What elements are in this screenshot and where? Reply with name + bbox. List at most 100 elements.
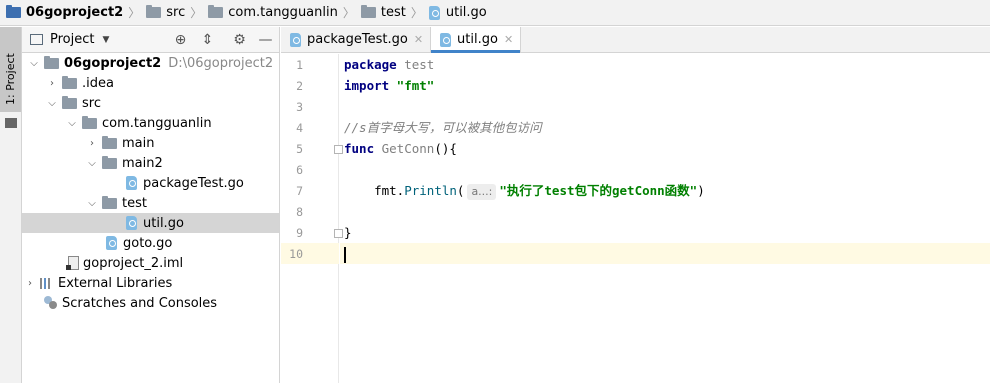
- line-number: 4: [296, 121, 303, 135]
- parameter-hint: a...:: [467, 184, 497, 200]
- tree-item-label: goto.go: [123, 235, 173, 251]
- folder-icon: [62, 95, 77, 109]
- tab-packagetest-go[interactable]: packageTest.go ✕: [281, 27, 432, 52]
- line-number: 2: [296, 79, 303, 93]
- folder-icon: [6, 5, 21, 18]
- tree-item-label: main2: [122, 155, 163, 171]
- tree-item-util-go[interactable]: util.go: [22, 213, 279, 233]
- project-path: D:\06goproject2: [168, 55, 274, 71]
- tab-util-go[interactable]: util.go ✕: [431, 27, 522, 53]
- tree-item-label: src: [82, 95, 101, 111]
- tree-item-packagetest-go[interactable]: packageTest.go: [22, 173, 279, 193]
- breadcrumb-util-go[interactable]: util.go: [428, 0, 487, 26]
- breadcrumb-06goproject2[interactable]: 06goproject2: [6, 0, 123, 26]
- tree-item-goproject-iml[interactable]: goproject_2.iml: [22, 253, 279, 273]
- go-file-icon: [440, 32, 452, 47]
- tree-item-test[interactable]: ⌵ test: [22, 193, 279, 213]
- line-number: 9: [296, 226, 303, 240]
- minimize-icon[interactable]: —: [257, 31, 274, 48]
- folder-icon: [360, 5, 376, 18]
- breadcrumb-test[interactable]: test: [360, 0, 406, 26]
- go-file-icon: [126, 176, 137, 190]
- line-number: 3: [296, 100, 303, 114]
- code-editor[interactable]: package test import "fmt" //s首字母大写，可以被其他…: [340, 54, 990, 383]
- collapse-all-icon[interactable]: ⇕: [199, 31, 216, 48]
- folder-icon: [102, 135, 117, 149]
- editor-area: packageTest.go ✕ util.go ✕ 1 2 3 4 5 6 7…: [281, 27, 990, 383]
- project-panel-header: Project ▼ ⊕ ⇕ ⚙ —: [22, 27, 279, 53]
- tree-item-label: .idea: [82, 75, 114, 91]
- go-file-icon: [126, 216, 137, 230]
- tree-item-goto-go[interactable]: goto.go: [22, 233, 279, 253]
- line-number: 1: [296, 58, 303, 72]
- chevron-down-icon[interactable]: ⌵: [86, 158, 98, 169]
- chevron-down-icon[interactable]: ⌵: [46, 98, 58, 109]
- tree-item-main[interactable]: › main: [22, 133, 279, 153]
- line-number: 6: [296, 163, 303, 177]
- keyword: func: [344, 141, 375, 156]
- tree-item-label: test: [122, 195, 147, 211]
- code-punct: (: [456, 183, 465, 198]
- library-icon: [40, 277, 54, 289]
- chevron-right-icon[interactable]: ›: [46, 78, 58, 89]
- code-line-1: package test: [340, 54, 990, 75]
- chevron-right-icon: 〉: [128, 6, 141, 20]
- breadcrumb-src[interactable]: src: [146, 0, 185, 26]
- project-tool-label: 1: Project: [4, 53, 17, 105]
- breadcrumb-com-tangguanlin[interactable]: com.tangguanlin: [208, 0, 338, 26]
- close-icon[interactable]: ✕: [504, 33, 513, 46]
- close-icon[interactable]: ✕: [414, 33, 423, 46]
- scratches-icon: [44, 296, 58, 310]
- code-punct: ): [697, 183, 705, 198]
- chevron-right-icon: 〉: [190, 6, 203, 20]
- tree-item-label: packageTest.go: [143, 175, 244, 191]
- tree-item-label: Scratches and Consoles: [62, 295, 218, 311]
- tree-item-label: com.tangguanlin: [102, 115, 212, 131]
- iml-file-icon: [66, 256, 79, 270]
- locate-target-icon[interactable]: ⊕: [172, 31, 189, 48]
- chevron-right-icon[interactable]: ›: [86, 138, 98, 149]
- folder-icon: [102, 195, 117, 209]
- folder-icon: [5, 118, 17, 128]
- go-file-icon: [428, 5, 440, 20]
- breadcrumb-label: util.go: [445, 5, 487, 20]
- code-line-5: func GetConn(){: [340, 138, 990, 159]
- tree-item-label: 06goproject2: [64, 55, 162, 71]
- chevron-right-icon: 〉: [410, 6, 423, 20]
- project-view-selector[interactable]: Project ▼: [22, 32, 109, 47]
- string-literal: "fmt": [389, 78, 435, 93]
- keyword: package: [344, 57, 397, 72]
- tab-label: packageTest.go: [307, 32, 408, 47]
- tree-item-main2[interactable]: ⌵ main2: [22, 153, 279, 173]
- navigation-bar: 06goproject2 〉 src 〉 com.tangguanlin 〉 t…: [0, 0, 990, 26]
- tree-item-06goproject2[interactable]: ⌵ 06goproject2 D:\06goproject2: [22, 53, 279, 73]
- comment: //s首字母大写，可以被其他包访问: [344, 120, 542, 135]
- project-panel-title: Project: [50, 32, 95, 47]
- chevron-right-icon: 〉: [342, 6, 355, 20]
- tree-item-src[interactable]: ⌵ src: [22, 93, 279, 113]
- code-line-2: import "fmt": [340, 75, 990, 96]
- chevron-down-icon[interactable]: ⌵: [86, 198, 98, 209]
- folder-icon: [82, 115, 97, 129]
- code-line-7: fmt.Println(a...: "执行了test包下的getConn函数"): [340, 180, 990, 201]
- tree-item-external-libraries[interactable]: › External Libraries: [22, 273, 279, 293]
- project-tool-button[interactable]: 1: Project: [0, 27, 21, 112]
- tab-label: util.go: [457, 32, 498, 47]
- chevron-right-icon[interactable]: ›: [24, 278, 36, 289]
- gear-icon[interactable]: ⚙: [231, 31, 248, 48]
- dropdown-arrow-icon: ▼: [102, 34, 110, 45]
- text-caret: [344, 246, 346, 263]
- go-file-icon: [290, 32, 301, 47]
- breadcrumb-label: com.tangguanlin: [228, 5, 338, 20]
- tree-item-label: External Libraries: [58, 275, 173, 291]
- chevron-down-icon[interactable]: ⌵: [66, 118, 78, 129]
- tree-item-idea[interactable]: › .idea: [22, 73, 279, 93]
- tree-item-com-tangguanlin[interactable]: ⌵ com.tangguanlin: [22, 113, 279, 133]
- tree-item-scratches[interactable]: Scratches and Consoles: [22, 293, 279, 313]
- chevron-down-icon[interactable]: ⌵: [28, 58, 40, 69]
- line-number: 8: [296, 205, 303, 219]
- folder-icon: [208, 5, 224, 18]
